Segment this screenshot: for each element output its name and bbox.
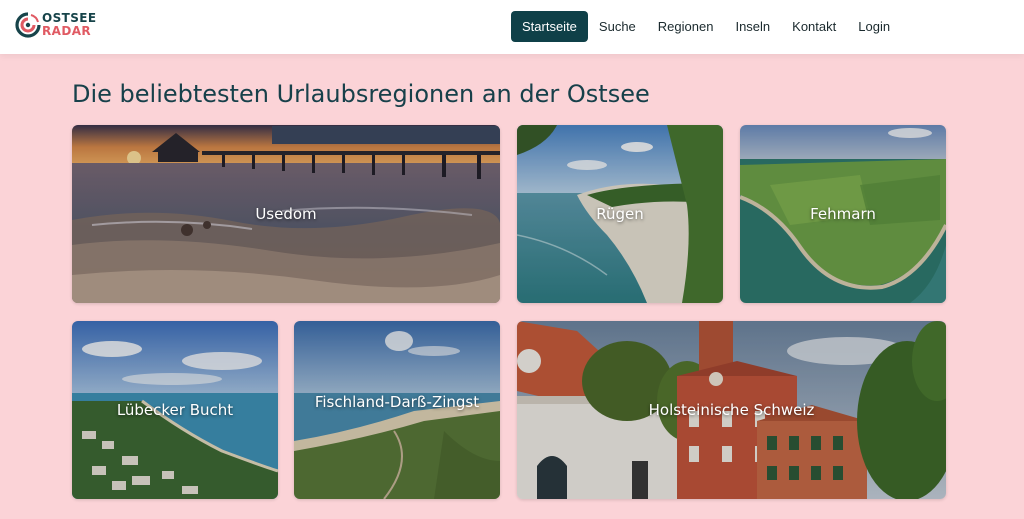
radar-logo-icon: [15, 12, 41, 38]
main-nav: Startseite Suche Regionen Inseln Kontakt…: [511, 11, 901, 42]
nav-kontakt[interactable]: Kontakt: [781, 11, 847, 42]
nav-regionen[interactable]: Regionen: [647, 11, 725, 42]
logo-wordmark: OSTSEE RADAR: [42, 12, 96, 38]
nav-suche[interactable]: Suche: [588, 11, 647, 42]
region-card-ruegen[interactable]: Rügen: [517, 125, 723, 303]
page-title: Die beliebtesten Urlaubsregionen an der …: [72, 80, 650, 108]
logo[interactable]: OSTSEE RADAR: [14, 11, 104, 43]
region-card-luebecker-bucht[interactable]: Lübecker Bucht: [72, 321, 278, 499]
site-header: OSTSEE RADAR Startseite Suche Regionen I…: [0, 0, 1024, 54]
nav-login[interactable]: Login: [847, 11, 901, 42]
card-label: Rügen: [596, 205, 644, 223]
region-card-holsteinische-schweiz[interactable]: Holsteinische Schweiz: [517, 321, 946, 499]
card-label: Fehmarn: [810, 205, 876, 223]
nav-startseite[interactable]: Startseite: [511, 11, 588, 42]
card-label: Lübecker Bucht: [116, 401, 234, 419]
logo-line-2: RADAR: [42, 24, 92, 38]
region-card-fischland-darss-zingst[interactable]: Fischland-Darß-Zingst: [294, 321, 500, 499]
card-label: Fischland-Darß-Zingst: [314, 393, 480, 411]
card-label: Usedom: [255, 205, 317, 223]
card-label: Holsteinische Schweiz: [648, 401, 815, 419]
nav-inseln[interactable]: Inseln: [724, 11, 781, 42]
region-card-fehmarn[interactable]: Fehmarn: [740, 125, 946, 303]
region-card-usedom[interactable]: Usedom: [72, 125, 500, 303]
